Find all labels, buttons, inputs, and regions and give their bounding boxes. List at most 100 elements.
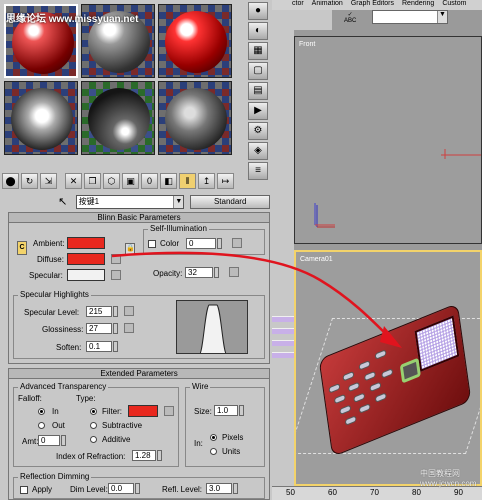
ruler-tick: 70	[370, 488, 379, 497]
wire-size-spinner[interactable]	[239, 405, 244, 416]
options-icon[interactable]: ⚙	[248, 122, 268, 140]
material-type-button[interactable]: Standard	[190, 195, 270, 209]
put-material-icon[interactable]: ↻	[21, 173, 38, 189]
blinn-basic-rollout-title[interactable]: Blinn Basic Parameters	[9, 213, 269, 223]
refl-level-spinner[interactable]	[233, 483, 238, 494]
self-illum-spinner[interactable]	[217, 238, 222, 249]
amt-spinner[interactable]	[61, 435, 66, 446]
reset-map-icon[interactable]: ✕	[65, 173, 82, 189]
amt-label: Amt:	[22, 437, 39, 446]
show-end-result-icon[interactable]: ⫴	[179, 173, 196, 189]
self-illum-color-checkbox[interactable]	[148, 240, 156, 248]
camera-viewport-label[interactable]: Camera01	[300, 256, 333, 263]
apply-checkbox[interactable]	[20, 486, 28, 494]
dim-level-spinner[interactable]	[135, 483, 140, 494]
lock-ambient-diffuse-button[interactable]: C	[17, 241, 27, 255]
chevron-down-icon[interactable]: ▼	[437, 11, 447, 23]
dim-level-value[interactable]: 0.0	[108, 483, 134, 494]
named-selection-dropdown[interactable]: ▼	[372, 10, 448, 24]
abc-tool[interactable]: ✓ ABC	[344, 12, 356, 24]
backlight-icon[interactable]: ◐	[248, 22, 268, 40]
menu-item-graph-editors[interactable]: Graph Editors	[351, 0, 394, 10]
specular-map-button[interactable]	[111, 270, 121, 280]
ambient-swatch[interactable]	[67, 237, 105, 249]
falloff-out-radio[interactable]	[38, 422, 45, 429]
specular-highlights-group: Specular Highlights Specular Level: 215 …	[13, 290, 265, 359]
sample-slot-5[interactable]	[81, 81, 155, 155]
menu-item-rendering[interactable]: Rendering	[402, 0, 434, 10]
material-effects-channel-icon[interactable]: 0	[141, 173, 158, 189]
menu-item-animation[interactable]: Animation	[312, 0, 343, 10]
get-material-icon[interactable]: ⬤	[2, 173, 19, 189]
make-preview-icon[interactable]: ▶	[248, 102, 268, 120]
camera-viewport[interactable]: Camera01	[294, 250, 482, 486]
glossiness-value[interactable]: 27	[86, 323, 112, 334]
sample-slot-3[interactable]	[158, 4, 232, 78]
reflection-dimming-group: Reflection Dimming Apply Dim Level: 0.0 …	[13, 472, 265, 499]
material-toolbar: ⬤ ↻ ⇲ ✕ ❐ ⬡ ▣ 0 ◧ ⫴ ↥ ↦	[2, 172, 270, 190]
type-subtractive-radio[interactable]	[90, 422, 97, 429]
diffuse-map-button[interactable]	[111, 254, 121, 264]
type-additive-radio[interactable]	[90, 436, 97, 443]
material-name-field[interactable]: 按键1 ▼	[75, 195, 185, 209]
specular-label: Specular:	[29, 271, 63, 280]
front-viewport[interactable]: Front	[294, 36, 482, 244]
track-marker	[272, 316, 294, 322]
wire-pixels-radio[interactable]	[210, 434, 217, 441]
put-to-library-icon[interactable]: ▣	[122, 173, 139, 189]
video-color-icon[interactable]: ▤	[248, 82, 268, 100]
abc-label: ABC	[344, 18, 357, 24]
glossiness-map-button[interactable]	[124, 323, 134, 333]
opacity-spinner[interactable]	[214, 267, 219, 278]
timeline-ruler[interactable]: 50 60 70 80 90	[272, 486, 482, 500]
type-filter-radio[interactable]	[90, 408, 97, 415]
ior-value[interactable]: 1.28	[132, 450, 156, 461]
make-copy-icon[interactable]: ❐	[84, 173, 101, 189]
go-forward-sibling-icon[interactable]: ↦	[217, 173, 234, 189]
diffuse-swatch[interactable]	[67, 253, 105, 265]
menu-item-custom[interactable]: Custom	[442, 0, 466, 10]
self-illum-value[interactable]: 0	[186, 238, 216, 249]
soften-spinner[interactable]	[113, 341, 118, 352]
opacity-value[interactable]: 32	[185, 267, 213, 278]
opacity-map-button[interactable]	[229, 267, 239, 277]
specular-level-value[interactable]: 215	[86, 306, 112, 317]
ior-spinner[interactable]	[157, 450, 162, 461]
pick-material-icon[interactable]: ↖	[56, 195, 70, 209]
specular-swatch[interactable]	[67, 269, 105, 281]
site-watermark: 中国教程网 www.jcwcn.com	[420, 469, 477, 488]
specular-level-map-button[interactable]	[124, 306, 134, 316]
advanced-transparency-group: Advanced Transparency Falloff: Type: In …	[13, 382, 179, 467]
specular-level-spinner[interactable]	[113, 306, 118, 317]
background-icon[interactable]: ▦	[248, 42, 268, 60]
extended-parameters-title[interactable]: Extended Parameters	[9, 369, 269, 379]
viewport-left-strip	[272, 30, 294, 500]
show-map-icon[interactable]: ◧	[160, 173, 177, 189]
wire-size-value[interactable]: 1.0	[214, 405, 238, 416]
chevron-down-icon[interactable]: ▼	[173, 196, 184, 208]
sample-slot-4[interactable]	[4, 81, 78, 155]
falloff-in-radio[interactable]	[38, 408, 45, 415]
ior-label: Index of Refraction:	[56, 452, 126, 461]
soften-value[interactable]: 0.1	[86, 341, 112, 352]
falloff-in-label: In	[52, 407, 59, 416]
lock-icon[interactable]: 🔒	[125, 243, 135, 255]
filter-swatch[interactable]	[128, 405, 158, 417]
dim-level-label: Dim Level:	[70, 485, 108, 494]
select-by-material-icon[interactable]: ◈	[248, 142, 268, 160]
main-toolbar-fragment	[272, 10, 332, 30]
make-unique-icon[interactable]: ⬡	[103, 173, 120, 189]
assign-material-icon[interactable]: ⇲	[40, 173, 57, 189]
glossiness-spinner[interactable]	[113, 323, 118, 334]
refl-level-value[interactable]: 3.0	[206, 483, 232, 494]
uv-tiling-icon[interactable]: ▢	[248, 62, 268, 80]
sample-slot-6[interactable]	[158, 81, 232, 155]
wire-units-radio[interactable]	[210, 448, 217, 455]
menu-item[interactable]: ctor	[292, 0, 304, 10]
self-illum-map-button[interactable]	[232, 238, 242, 248]
filter-map-button[interactable]	[164, 406, 174, 416]
track-marker	[272, 340, 294, 346]
sample-type-icon[interactable]: ●	[248, 2, 268, 20]
amt-value[interactable]: 0	[38, 435, 60, 446]
go-to-parent-icon[interactable]: ↥	[198, 173, 215, 189]
